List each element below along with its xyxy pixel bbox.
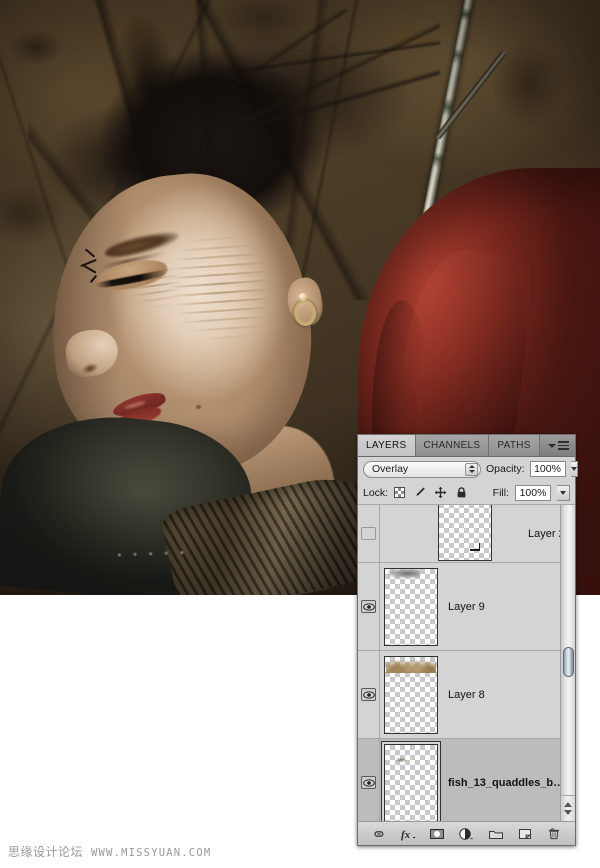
lock-position-icon[interactable] (434, 486, 447, 499)
scrollbar-arrows[interactable] (561, 795, 575, 821)
hair-strands-right (230, 10, 440, 160)
add-layer-mask-icon[interactable] (429, 826, 445, 842)
layers-panel-footer: fx (358, 821, 575, 845)
layer-thumbnail[interactable] (384, 743, 438, 821)
fill-dropdown-button[interactable] (557, 484, 570, 501)
layer-visibility-cell[interactable] (358, 739, 380, 821)
panel-menu-icon[interactable] (542, 435, 575, 456)
layer-list: Layer 21 Layer 9 Layer 8 fish_13_quaddle… (358, 505, 575, 821)
fill-label: Fill: (492, 486, 509, 499)
layer-list-scrollbar[interactable] (560, 505, 575, 821)
lock-all-icon[interactable] (455, 486, 468, 499)
layer-thumbnail-cell[interactable] (380, 739, 442, 821)
tab-paths[interactable]: PATHS (489, 435, 540, 456)
new-adjustment-layer-icon[interactable] (458, 826, 474, 842)
layer-row[interactable]: Layer 21 (358, 505, 575, 563)
opacity-label: Opacity: (486, 463, 525, 475)
layer-row[interactable]: Layer 9 (358, 563, 575, 651)
lock-icon-group (394, 486, 468, 499)
opacity-dropdown-button[interactable] (570, 461, 578, 477)
layer-visibility-cell[interactable] (358, 563, 380, 650)
layer-thumbnail[interactable] (438, 505, 492, 561)
scrollbar-track[interactable] (561, 505, 575, 795)
chevron-down-icon (548, 443, 556, 448)
lock-transparent-pixels-icon[interactable] (394, 487, 406, 498)
scroll-up-icon[interactable] (564, 802, 572, 807)
add-layer-style-icon[interactable]: fx (400, 826, 416, 842)
facial-mole (196, 405, 201, 409)
layer-thumbnail[interactable] (384, 567, 438, 646)
blend-mode-row: Overlay Opacity: 100% (358, 457, 578, 481)
clipping-mask-indicator (470, 543, 480, 551)
thumbnail-content-grey-smudge (388, 568, 421, 579)
layer-name[interactable]: Layer 9 (442, 601, 575, 613)
tab-layers-label: LAYERS (366, 440, 407, 451)
layer-thumbnail[interactable] (384, 655, 438, 734)
eye-icon[interactable] (361, 776, 376, 789)
eye-icon[interactable] (361, 600, 376, 613)
tab-channels-label: CHANNELS (423, 440, 481, 451)
layer-name[interactable]: fish_13_quaddles_b… (442, 777, 575, 789)
blend-mode-value: Overlay (372, 463, 409, 475)
chevron-down-icon (560, 490, 566, 495)
link-layers-icon[interactable] (371, 826, 387, 842)
blend-mode-select[interactable]: Overlay (363, 460, 481, 478)
panel-tab-bar: LAYERS CHANNELS PATHS (358, 435, 575, 457)
layer-row[interactable]: Layer 8 (358, 651, 575, 739)
new-layer-icon[interactable] (517, 826, 533, 842)
blend-mode-stepper[interactable] (465, 462, 478, 476)
lock-label: Lock: (363, 486, 389, 499)
tab-layers[interactable]: LAYERS (358, 435, 416, 456)
thumbnail-content-tiny-speck (396, 758, 406, 762)
scroll-down-icon[interactable] (564, 810, 572, 815)
eye-icon-hidden[interactable] (361, 527, 376, 540)
delete-layer-icon[interactable] (546, 826, 562, 842)
chevron-up-icon (468, 465, 475, 468)
watermark: 思缘设计论坛 WWW.MISSYUAN.COM (8, 843, 211, 860)
layer-thumbnail-cell[interactable] (380, 505, 442, 562)
layer-name[interactable]: Layer 8 (442, 689, 575, 701)
scrollbar-thumb[interactable] (563, 647, 574, 677)
lock-row: Lock: Fill: 100% (358, 481, 575, 505)
tab-channels[interactable]: CHANNELS (415, 435, 490, 456)
lock-image-pixels-icon[interactable] (413, 486, 426, 499)
new-group-icon[interactable] (488, 826, 504, 842)
thumbnail-content-empty (439, 505, 491, 560)
opacity-input[interactable]: 100% (529, 461, 566, 477)
hamburger-icon (558, 441, 569, 450)
chevron-down-icon (468, 470, 475, 473)
svg-text:fx: fx (401, 829, 411, 841)
eye-icon[interactable] (361, 688, 376, 701)
layer-thumbnail-cell[interactable] (380, 651, 442, 738)
tab-paths-label: PATHS (497, 440, 531, 451)
chevron-down-icon (570, 467, 577, 471)
watermark-url: WWW.MISSYUAN.COM (91, 847, 212, 859)
layer-visibility-cell[interactable] (358, 505, 380, 562)
earring-stud (299, 293, 307, 301)
thumbnail-content-tan-rocks (386, 656, 436, 674)
layer-visibility-cell[interactable] (358, 651, 380, 738)
fill-input[interactable]: 100% (515, 484, 551, 501)
watermark-site-name: 思缘设计论坛 (8, 845, 84, 859)
layer-thumbnail-cell[interactable] (380, 563, 442, 650)
layers-panel: LAYERS CHANNELS PATHS Overlay Opacity: 1… (357, 434, 578, 846)
layer-row[interactable]: fish_13_quaddles_b… (358, 739, 575, 821)
